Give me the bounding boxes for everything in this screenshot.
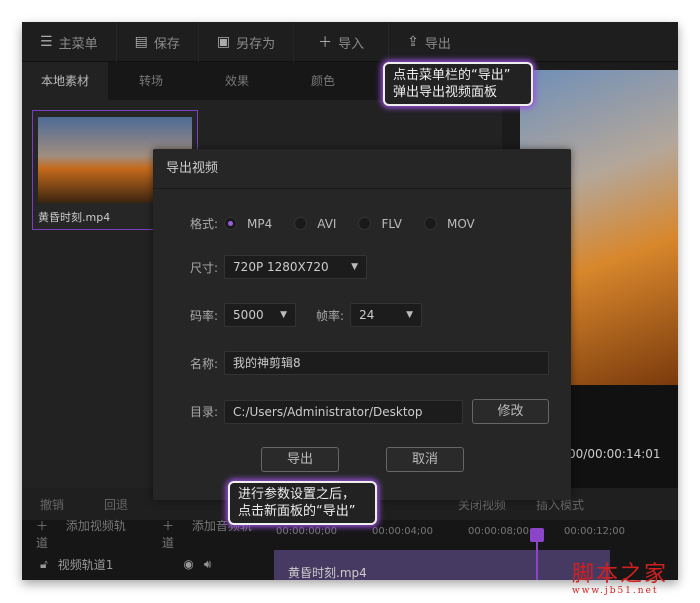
lock-icon[interactable]: 🔓︎ bbox=[40, 557, 48, 572]
directory-input[interactable]: C:/Users/Administrator/Desktop bbox=[224, 399, 464, 424]
tab-transitions[interactable]: 转场 bbox=[108, 62, 194, 100]
import-button[interactable]: ＋导入 bbox=[294, 22, 390, 62]
chevron-down-icon: ▼ bbox=[280, 310, 288, 320]
add-video-track-button[interactable]: ＋ 添加视频轨道 bbox=[22, 517, 148, 551]
save-icon: ▤ bbox=[134, 34, 148, 50]
undo-button[interactable]: 撤销 bbox=[40, 496, 64, 513]
watermark-logo: 脚本之家 www.jb51.net bbox=[572, 562, 669, 596]
upload-icon: ⇪ bbox=[407, 34, 419, 50]
save-as-icon: ▣ bbox=[216, 34, 231, 50]
format-avi-radio[interactable]: AVI bbox=[294, 217, 336, 231]
save-as-button[interactable]: ▣ 另存为 bbox=[199, 22, 295, 62]
speaker-icon[interactable]: 🔊︎ bbox=[204, 557, 212, 572]
export-button[interactable]: 导出 bbox=[261, 447, 339, 472]
eye-icon[interactable]: ◉ bbox=[183, 557, 193, 571]
tooltip-export-menu: 点击菜单栏的“导出” 弹出导出视频面板 bbox=[383, 62, 533, 106]
plus-icon: ＋ bbox=[318, 35, 333, 51]
timeline-clip[interactable]: 黄昏时刻.mp4 bbox=[274, 550, 610, 580]
dialog-title: 导出视频 bbox=[153, 149, 571, 189]
size-select[interactable]: 720P 1280X720 ▼ bbox=[224, 255, 368, 279]
modify-button[interactable]: 修改 bbox=[472, 399, 550, 424]
redo-button[interactable]: 回退 bbox=[104, 496, 128, 513]
media-filename: 黄昏时刻.mp4 bbox=[38, 211, 111, 224]
format-mp4-radio[interactable]: MP4 bbox=[224, 217, 272, 231]
export-dialog: 导出视频 格式: MP4 AVI FLV MOV 尺寸: 720P 1280X7… bbox=[153, 149, 571, 500]
preview-time: 00/00:00:14:01 bbox=[568, 447, 661, 461]
main-menu-button[interactable]: ☰ 主菜单 bbox=[22, 22, 117, 62]
name-input[interactable]: 我的神剪辑8 bbox=[224, 351, 550, 375]
bitrate-select[interactable]: 5000 ▼ bbox=[224, 303, 297, 327]
chevron-down-icon: ▼ bbox=[351, 262, 359, 272]
save-button[interactable]: ▤ 保存 bbox=[117, 22, 199, 62]
menu-bar: ☰ 主菜单 ▤ 保存 ▣ 另存为 ＋导入 ⇪ 导出 bbox=[22, 22, 678, 62]
playhead[interactable] bbox=[530, 528, 544, 580]
tab-local-media[interactable]: 本地素材 bbox=[22, 62, 108, 100]
chevron-down-icon: ▼ bbox=[406, 310, 414, 320]
video-track-header: 🔓︎ 视频轨道1 ◉ 🔊︎ bbox=[40, 556, 212, 572]
export-menu-button[interactable]: ⇪ 导出 bbox=[389, 22, 469, 62]
format-mov-radio[interactable]: MOV bbox=[423, 217, 475, 231]
fps-select[interactable]: 24 ▼ bbox=[350, 303, 423, 327]
tab-effects[interactable]: 效果 bbox=[194, 62, 280, 100]
tab-color[interactable]: 颜色 bbox=[280, 62, 366, 100]
format-flv-radio[interactable]: FLV bbox=[358, 217, 402, 231]
menu-icon: ☰ bbox=[40, 34, 53, 50]
cancel-button[interactable]: 取消 bbox=[386, 447, 464, 472]
tooltip-export-button: 进行参数设置之后， 点击新面板的“导出” bbox=[228, 481, 377, 525]
